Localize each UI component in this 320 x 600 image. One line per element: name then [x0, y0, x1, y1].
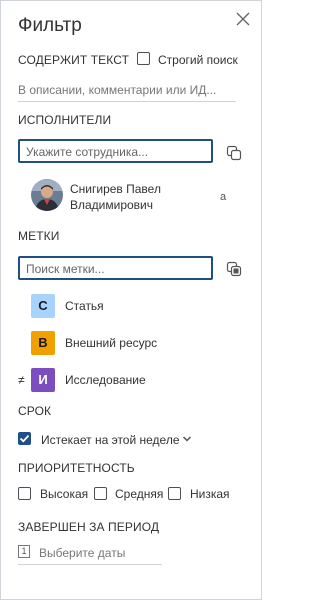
assignee-search-input[interactable]: Укажите сотрудника...	[18, 139, 213, 163]
chevron-down-icon[interactable]	[182, 434, 192, 444]
copy-icon[interactable]	[226, 145, 242, 161]
priority-medium-checkbox[interactable]	[94, 487, 107, 500]
tag-label: Внешний ресурс	[65, 336, 158, 350]
priority-low-label: Низкая	[190, 487, 230, 501]
assignee-name-line2: Владимирович	[70, 198, 154, 212]
tag-exclude-mark[interactable]: ≠	[18, 373, 25, 387]
priority-label: ПРИОРИТЕТНОСТЬ	[18, 461, 135, 475]
contains-text-label: СОДЕРЖИТ ТЕКСТ	[18, 53, 130, 67]
strict-search-checkbox[interactable]	[137, 52, 150, 65]
priority-low-checkbox[interactable]	[168, 487, 181, 500]
due-label: СРОК	[18, 404, 52, 418]
assignee-suffix: а	[220, 191, 227, 203]
tag-label: Исследование	[65, 373, 146, 387]
select-all-icon[interactable]	[226, 261, 242, 277]
assignee-row[interactable]: Снигирев Павел Владимирович а	[31, 177, 241, 213]
filter-panel: Фильтр СОДЕРЖИТ ТЕКСТ Строгий поиск В оп…	[0, 0, 262, 600]
calendar-icon: 1	[18, 545, 30, 558]
due-checkbox[interactable]	[18, 432, 31, 445]
priority-medium-label: Средняя	[115, 487, 164, 501]
completed-label: ЗАВЕРШЕН ЗА ПЕРИОД	[18, 520, 160, 534]
strict-search-label: Строгий поиск	[158, 53, 238, 67]
avatar	[31, 179, 63, 211]
tags-label: МЕТКИ	[18, 229, 60, 243]
date-range-placeholder: Выберите даты	[39, 546, 126, 560]
tag-search-input[interactable]: Поиск метки...	[18, 256, 213, 280]
tag-badge: В	[31, 331, 55, 355]
due-option-label[interactable]: Истекает на этой неделе	[41, 433, 180, 447]
tag-badge: И	[31, 368, 55, 392]
tag-badge: С	[31, 294, 55, 318]
date-range-input[interactable]: 1 Выберите даты	[18, 544, 162, 565]
assignees-label: ИСПОЛНИТЕЛИ	[18, 113, 112, 127]
check-icon	[19, 434, 30, 443]
priority-high-checkbox[interactable]	[18, 487, 31, 500]
tag-label: Статья	[65, 299, 104, 313]
close-icon[interactable]	[234, 10, 252, 28]
priority-high-label: Высокая	[40, 487, 89, 501]
text-search-input[interactable]: В описании, комментарии или ИД...	[18, 83, 236, 102]
assignee-name-line1: Снигирев Павел	[70, 182, 161, 196]
panel-title: Фильтр	[18, 15, 82, 36]
